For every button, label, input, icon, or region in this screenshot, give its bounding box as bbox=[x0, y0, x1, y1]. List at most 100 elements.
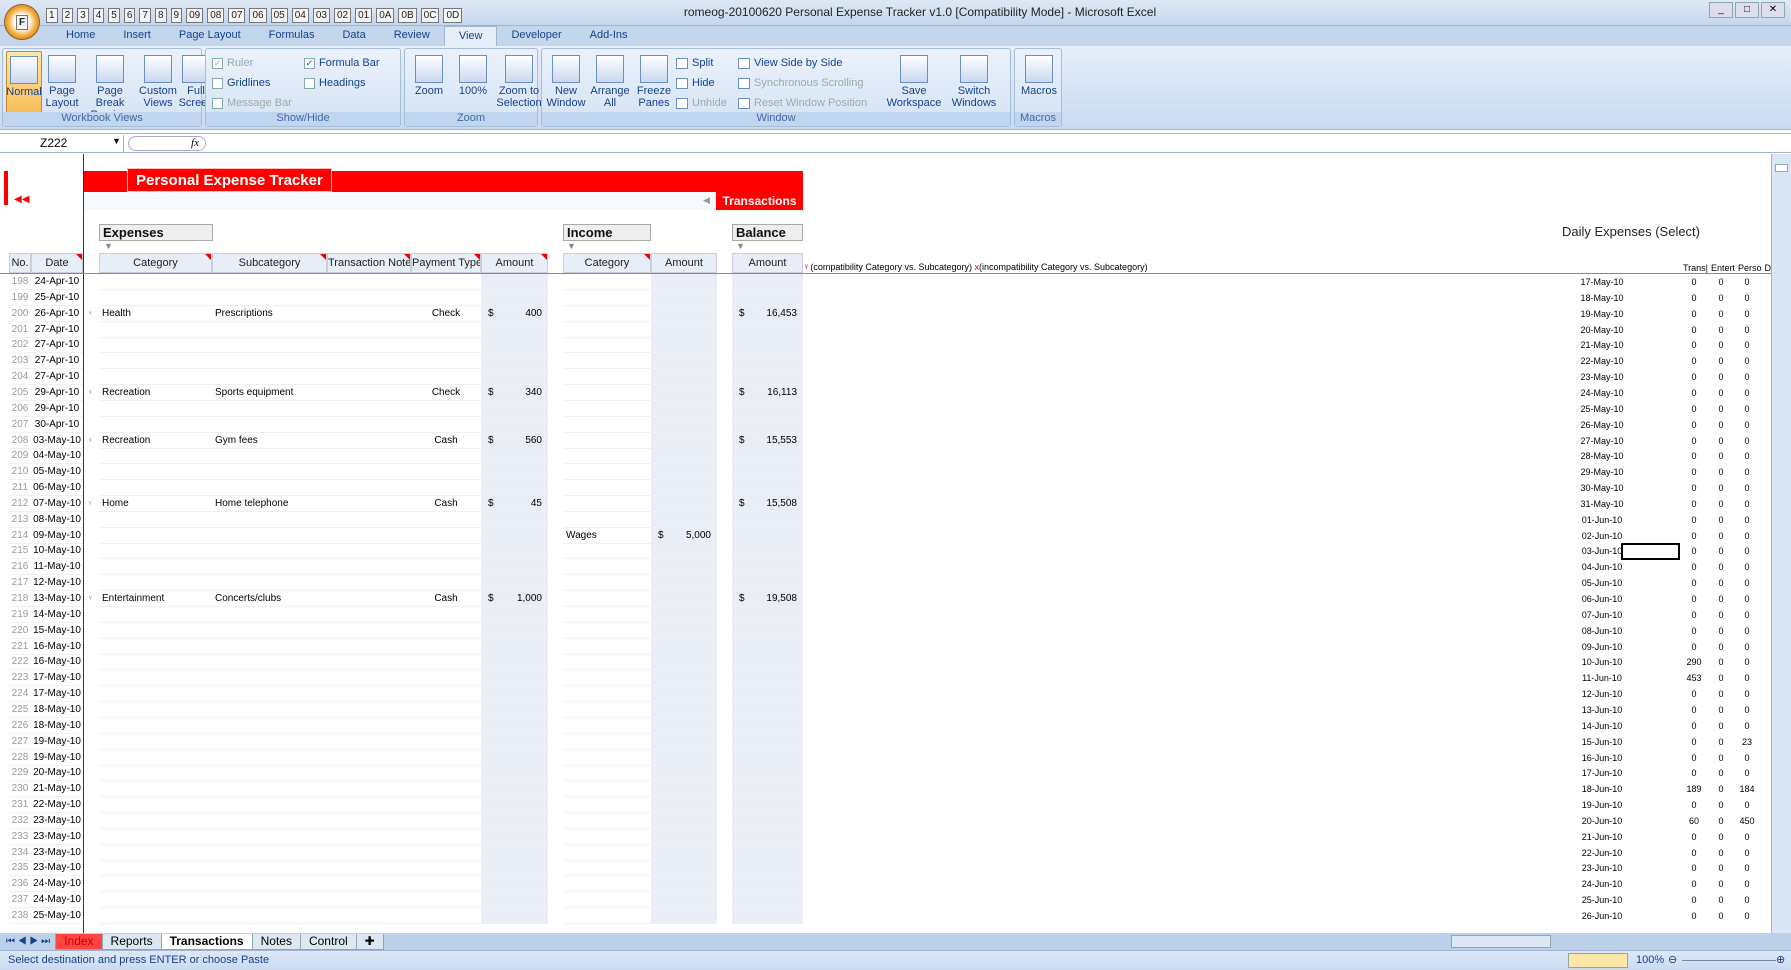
income-amount-cell[interactable] bbox=[651, 607, 717, 623]
income-amount-cell[interactable]: $5,000 bbox=[651, 528, 717, 544]
amount-cell[interactable]: $1,000 bbox=[481, 591, 548, 607]
income-amount-cell[interactable] bbox=[651, 322, 717, 338]
qat-keytip[interactable]: 02 bbox=[334, 8, 351, 23]
notes-cell[interactable] bbox=[327, 290, 411, 306]
formula-bar-checkbox[interactable]: ✓Formula Bar bbox=[304, 53, 390, 73]
daily-date[interactable]: 04-Jun-10 bbox=[1570, 559, 1634, 575]
category-cell[interactable] bbox=[99, 734, 212, 750]
qat-keytip[interactable]: 06 bbox=[249, 8, 266, 23]
daily-trans[interactable]: 290 bbox=[1680, 654, 1708, 670]
minimize-button[interactable]: _ bbox=[1709, 2, 1733, 18]
row-number[interactable]: 235 bbox=[9, 860, 31, 876]
balance-cell[interactable] bbox=[732, 353, 803, 369]
balance-cell[interactable] bbox=[732, 829, 803, 845]
daily-trans[interactable]: 0 bbox=[1680, 353, 1708, 369]
payment-cell[interactable] bbox=[411, 765, 481, 781]
row-number[interactable]: 211 bbox=[9, 480, 31, 496]
date-cell[interactable]: 18-May-10 bbox=[31, 718, 83, 734]
row-number[interactable]: 203 bbox=[9, 353, 31, 369]
income-category-cell[interactable] bbox=[563, 845, 651, 861]
notes-cell[interactable] bbox=[327, 813, 411, 829]
date-cell[interactable]: 10-May-10 bbox=[31, 543, 83, 559]
unhide-button[interactable]: Unhide bbox=[676, 93, 738, 113]
daily-date[interactable]: 26-Jun-10 bbox=[1570, 908, 1634, 924]
category-cell[interactable] bbox=[99, 623, 212, 639]
balance-cell[interactable] bbox=[732, 417, 803, 433]
row-number[interactable]: 233 bbox=[9, 829, 31, 845]
amount-cell[interactable] bbox=[481, 528, 548, 544]
category-cell[interactable] bbox=[99, 813, 212, 829]
amount-cell[interactable] bbox=[481, 813, 548, 829]
filter-arrow-icon[interactable]: ▼ bbox=[736, 241, 745, 251]
filter-arrow-icon[interactable]: ▼ bbox=[104, 241, 113, 251]
notes-cell[interactable] bbox=[327, 670, 411, 686]
income-category-cell[interactable] bbox=[563, 369, 651, 385]
income-amount-cell[interactable] bbox=[651, 639, 717, 655]
balance-cell[interactable] bbox=[732, 892, 803, 908]
daily-date[interactable]: 30-May-10 bbox=[1570, 480, 1634, 496]
row-number[interactable]: 202 bbox=[9, 337, 31, 353]
amount-cell[interactable] bbox=[481, 686, 548, 702]
daily-trans[interactable]: 0 bbox=[1680, 734, 1708, 750]
daily-perso[interactable]: 0 bbox=[1733, 607, 1761, 623]
quick-access-toolbar[interactable]: 1234567890908070605040302010A0B0C0D bbox=[46, 4, 462, 26]
daily-trans[interactable]: 0 bbox=[1680, 908, 1708, 924]
category-cell[interactable] bbox=[99, 512, 212, 528]
headings-checkbox[interactable]: Headings bbox=[304, 73, 390, 93]
daily-date[interactable]: 07-Jun-10 bbox=[1570, 607, 1634, 623]
payment-cell[interactable] bbox=[411, 512, 481, 528]
daily-perso[interactable]: 0 bbox=[1733, 496, 1761, 512]
vertical-scrollbar[interactable] bbox=[1771, 154, 1791, 934]
daily-trans[interactable]: 0 bbox=[1680, 543, 1708, 559]
amount-cell[interactable]: $560 bbox=[481, 433, 548, 449]
income-category-cell[interactable] bbox=[563, 908, 651, 924]
selected-cell[interactable] bbox=[1621, 543, 1680, 560]
daily-ent[interactable]: 0 bbox=[1707, 781, 1735, 797]
daily-date[interactable]: 06-Jun-10 bbox=[1570, 591, 1634, 607]
notes-cell[interactable] bbox=[327, 765, 411, 781]
payment-cell[interactable] bbox=[411, 702, 481, 718]
daily-ent[interactable]: 0 bbox=[1707, 322, 1735, 338]
notes-cell[interactable] bbox=[327, 401, 411, 417]
payment-cell[interactable] bbox=[411, 575, 481, 591]
row-number[interactable]: 217 bbox=[9, 575, 31, 591]
scroll-thumb[interactable] bbox=[1775, 164, 1788, 172]
amount-cell[interactable] bbox=[481, 623, 548, 639]
income-amount-cell[interactable] bbox=[651, 512, 717, 528]
income-category-cell[interactable] bbox=[563, 559, 651, 575]
daily-ent[interactable]: 0 bbox=[1707, 702, 1735, 718]
date-cell[interactable]: 29-Apr-10 bbox=[31, 401, 83, 417]
notes-cell[interactable] bbox=[327, 337, 411, 353]
daily-ent[interactable]: 0 bbox=[1707, 448, 1735, 464]
subcategory-cell[interactable] bbox=[212, 781, 327, 797]
daily-ent[interactable]: 0 bbox=[1707, 750, 1735, 766]
daily-ent[interactable]: 0 bbox=[1707, 559, 1735, 575]
amount-cell[interactable] bbox=[481, 892, 548, 908]
category-cell[interactable] bbox=[99, 686, 212, 702]
balance-cell[interactable]: $16,113 bbox=[732, 385, 803, 401]
balance-cell[interactable] bbox=[732, 813, 803, 829]
daily-perso[interactable]: 0 bbox=[1733, 829, 1761, 845]
reset-window-position-button[interactable]: Reset Window Position bbox=[738, 93, 884, 113]
notes-cell[interactable] bbox=[327, 543, 411, 559]
daily-date[interactable]: 26-May-10 bbox=[1570, 417, 1634, 433]
income-amount-cell[interactable] bbox=[651, 670, 717, 686]
row-number[interactable]: 234 bbox=[9, 845, 31, 861]
payment-cell[interactable] bbox=[411, 892, 481, 908]
income-category-cell[interactable] bbox=[563, 781, 651, 797]
balance-cell[interactable] bbox=[732, 543, 803, 559]
daily-ent[interactable]: 0 bbox=[1707, 670, 1735, 686]
income-category-cell[interactable] bbox=[563, 623, 651, 639]
daily-date[interactable]: 23-May-10 bbox=[1570, 369, 1634, 385]
subcategory-cell[interactable] bbox=[212, 528, 327, 544]
daily-date[interactable]: 24-Jun-10 bbox=[1570, 876, 1634, 892]
daily-perso[interactable]: 0 bbox=[1733, 765, 1761, 781]
category-cell[interactable] bbox=[99, 845, 212, 861]
amount-cell[interactable] bbox=[481, 765, 548, 781]
daily-perso[interactable]: 0 bbox=[1733, 401, 1761, 417]
daily-ent[interactable]: 0 bbox=[1707, 353, 1735, 369]
income-amount-cell[interactable] bbox=[651, 591, 717, 607]
subcategory-cell[interactable] bbox=[212, 575, 327, 591]
daily-trans[interactable]: 0 bbox=[1680, 464, 1708, 480]
subcategory-cell[interactable] bbox=[212, 860, 327, 876]
